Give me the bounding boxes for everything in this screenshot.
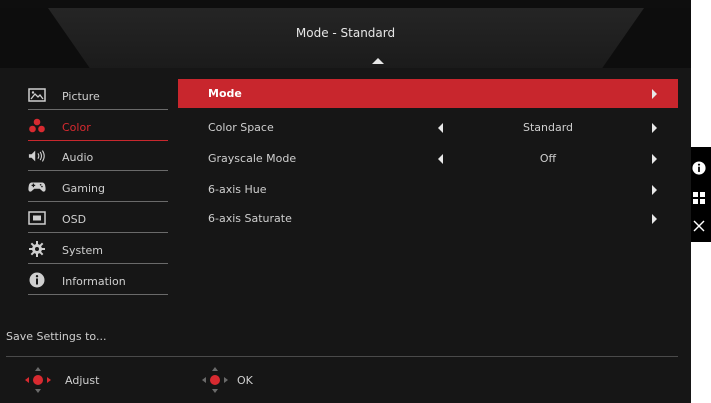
save-settings-item[interactable]: Save Settings to... [6, 330, 106, 343]
setting-value: Off [539, 152, 557, 165]
info-icon [28, 272, 46, 288]
sidebar-item-system[interactable]: System [28, 237, 168, 264]
sidebar-item-color[interactable]: Color [28, 114, 168, 141]
osd-menu: Mode - Standard Picture Color Audio Gami… [0, 0, 691, 403]
sidebar-item-label: Audio [62, 151, 94, 164]
joystick-adjust-icon [24, 366, 52, 394]
osd-icon [28, 211, 46, 225]
arrow-right-icon[interactable] [652, 214, 657, 224]
arrow-right-icon[interactable] [652, 123, 657, 133]
sidebar-item-picture[interactable]: Picture [28, 83, 168, 110]
sidebar-item-label: Picture [62, 90, 100, 103]
sidebar-item-label: Information [62, 275, 126, 288]
sidebar-item-label: System [62, 244, 104, 257]
sidebar-item-label: Gaming [62, 182, 105, 195]
setting-label: 6-axis Hue [208, 183, 267, 196]
setting-label: Mode [208, 87, 242, 100]
grid-icon[interactable] [692, 191, 706, 209]
sidebar-item-label: OSD [62, 213, 87, 226]
setting-label: Color Space [208, 121, 274, 134]
arrow-left-icon[interactable] [438, 123, 443, 133]
picture-icon [28, 88, 46, 102]
adjust-label: Adjust [65, 374, 100, 387]
close-icon[interactable] [692, 219, 706, 237]
scroll-up-icon[interactable] [372, 58, 384, 64]
setting-label: 6-axis Saturate [208, 212, 292, 225]
setting-row-6-axis-hue[interactable]: 6-axis Hue [178, 175, 678, 204]
ok-label: OK [237, 374, 253, 387]
arrow-left-icon[interactable] [438, 154, 443, 164]
hotkey-strip [691, 147, 711, 242]
sidebar-item-osd[interactable]: OSD [28, 206, 168, 233]
page-title: Mode - Standard [295, 26, 396, 40]
setting-row-grayscale-mode[interactable]: Grayscale Mode Off [178, 144, 678, 173]
header: Mode - Standard [0, 0, 691, 68]
sidebar-item-audio[interactable]: Audio [28, 144, 168, 171]
setting-row-6-axis-saturate[interactable]: 6-axis Saturate [178, 204, 678, 233]
sidebar-item-information[interactable]: Information [28, 268, 168, 295]
speaker-icon [28, 149, 46, 163]
joystick-ok-icon [201, 366, 229, 394]
gamepad-icon [28, 180, 46, 194]
info-icon[interactable] [692, 161, 706, 179]
setting-value: Standard [522, 121, 574, 134]
arrow-right-icon[interactable] [652, 154, 657, 164]
arrow-right-icon[interactable] [652, 185, 657, 195]
sidebar-item-gaming[interactable]: Gaming [28, 175, 168, 202]
setting-row-mode[interactable]: Mode [178, 79, 678, 108]
arrow-right-icon[interactable] [652, 89, 657, 99]
footer-divider [6, 356, 678, 357]
palette-icon [28, 118, 46, 133]
sidebar-item-label: Color [62, 121, 91, 134]
setting-label: Grayscale Mode [208, 152, 297, 165]
gear-icon [28, 241, 46, 257]
setting-row-color-space[interactable]: Color Space Standard [178, 113, 678, 142]
